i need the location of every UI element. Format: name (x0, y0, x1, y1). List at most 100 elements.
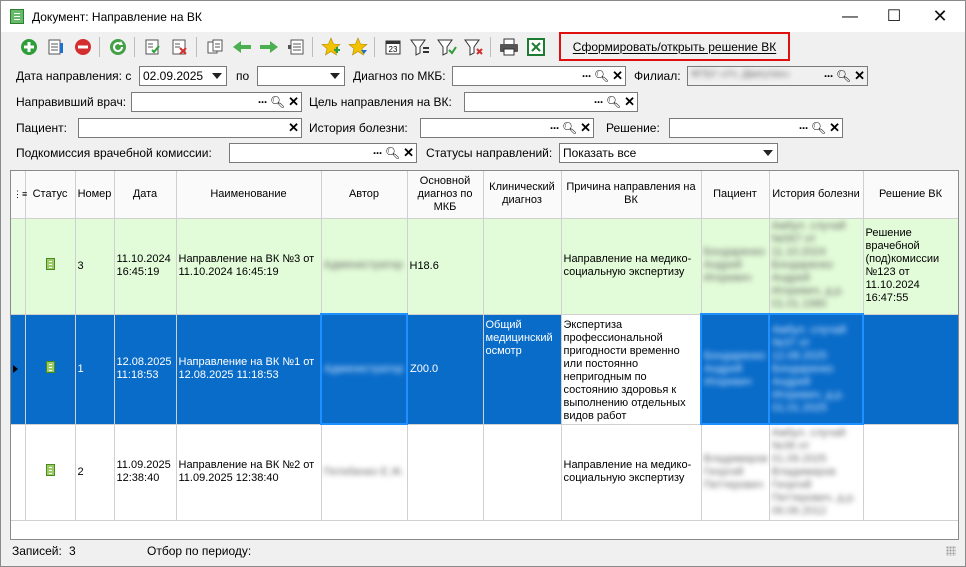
clinical-cell: Общий медицинский осмотр (483, 314, 562, 425)
table-row[interactable]: 3 11.10.2024 16:45:19 Направление на ВК … (11, 218, 958, 315)
chevron-down-icon[interactable] (763, 150, 773, 156)
search-icon[interactable]: 🔍︎ (606, 96, 621, 108)
search-icon[interactable]: 🔍︎ (811, 122, 826, 134)
clear-icon[interactable]: ✕ (288, 121, 299, 134)
statuses-select[interactable]: Показать все (559, 143, 778, 163)
document-list-icon[interactable] (285, 36, 307, 58)
search-icon[interactable]: 🔍︎ (385, 147, 400, 159)
favorite-star-icon[interactable] (347, 36, 369, 58)
date-to-field[interactable] (257, 66, 345, 86)
clear-icon[interactable]: ✕ (854, 69, 865, 82)
form-decision-button[interactable]: Сформировать/открыть решение ВК (559, 32, 790, 61)
delete-icon[interactable] (72, 36, 94, 58)
purpose-label: Цель направления на ВК: (309, 95, 452, 109)
header-reason[interactable]: Причина направления на ВК (561, 171, 702, 219)
clear-icon[interactable]: ✕ (288, 95, 299, 108)
header-number[interactable]: Номер (75, 171, 115, 219)
print-icon[interactable] (498, 36, 520, 58)
calendar-icon[interactable]: 23 (382, 36, 404, 58)
search-icon[interactable]: 🔍︎ (836, 70, 851, 82)
maximize-button[interactable]: ☐ (871, 1, 917, 32)
clear-icon[interactable]: ✕ (829, 121, 840, 134)
resize-grip-icon[interactable] (946, 546, 956, 556)
document-status-icon (45, 258, 55, 270)
minimize-button[interactable]: — (827, 1, 873, 32)
table-row[interactable]: 2 11.09.2025 12:38:40 Направление на ВК … (11, 424, 958, 521)
patient-cell: Владимиров Георгий Петтерович (701, 424, 770, 521)
add-favorite-icon[interactable] (320, 36, 342, 58)
patient-value: Бондаренко Андрей Игоревич (703, 246, 765, 285)
refresh-icon[interactable] (107, 36, 129, 58)
branch-field[interactable]: ФГБУ «Уч. Двигутин» ··· 🔍︎ ✕ (687, 66, 868, 86)
patient-field[interactable]: ✕ (78, 118, 302, 138)
search-icon[interactable]: 🔍︎ (594, 70, 609, 82)
row-indicator[interactable] (11, 218, 26, 315)
date-cell: 11.09.2025 12:38:40 (114, 424, 177, 521)
more-icon[interactable]: ··· (258, 96, 268, 108)
check-document-icon[interactable] (142, 36, 164, 58)
more-icon[interactable]: ··· (582, 70, 592, 82)
arrow-left-icon[interactable] (231, 36, 253, 58)
search-icon[interactable]: 🔍︎ (270, 96, 285, 108)
header-decision[interactable]: Решение ВК (863, 171, 958, 219)
branch-value: ФГБУ «Уч. Двигутин» (691, 69, 790, 80)
statuses-value: Показать все (563, 146, 637, 160)
header-status[interactable]: Статус (25, 171, 76, 219)
filter-edit-icon[interactable] (436, 36, 458, 58)
date-from-field[interactable]: 02.09.2025 (139, 66, 227, 86)
decision-label: Решение: (606, 121, 660, 135)
author-cell: Потебенко Е.Ж. (321, 424, 408, 521)
subcommission-label: Подкомиссия врачебной комиссии: (16, 146, 212, 160)
decision-cell (863, 424, 958, 521)
chevron-down-icon[interactable] (330, 73, 340, 79)
close-button[interactable]: ✕ (917, 1, 963, 32)
more-icon[interactable]: ··· (824, 70, 834, 82)
more-icon[interactable]: ··· (373, 147, 383, 159)
edit-document-icon[interactable] (45, 36, 67, 58)
header-history[interactable]: История болезни (769, 171, 864, 219)
filter-clear-icon[interactable] (463, 36, 485, 58)
header-date[interactable]: Дата (114, 171, 177, 219)
chevron-down-icon[interactable] (212, 73, 222, 79)
excel-export-icon[interactable] (525, 36, 547, 58)
toolbar-separator (374, 37, 375, 57)
history-field[interactable]: ··· 🔍︎ ✕ (420, 118, 594, 138)
mkb-field[interactable]: ··· 🔍︎ ✕ (452, 66, 626, 86)
author-cell: Администратор (321, 218, 408, 315)
history-cell: Амбул. случай №36 от 01.09.2025 Владимир… (769, 424, 864, 521)
more-icon[interactable]: ··· (799, 122, 809, 134)
row-indicator[interactable] (11, 424, 26, 521)
patient-cell: Бондаренко Андрей Игоревич (701, 218, 770, 315)
patient-value: Бондаренко Андрей Игоревич (704, 349, 766, 388)
document-window: Документ: Направление на ВК — ☐ ✕ 23 Сфо… (0, 0, 966, 567)
header-patient[interactable]: Пациент (701, 171, 770, 219)
header-author[interactable]: Автор (321, 171, 408, 219)
more-icon[interactable]: ··· (594, 96, 604, 108)
header-clinical[interactable]: Клинический диагноз (483, 171, 562, 219)
doctor-field[interactable]: ··· 🔍︎ ✕ (131, 92, 302, 112)
header-name[interactable]: Наименование (176, 171, 322, 219)
clear-icon[interactable]: ✕ (612, 69, 623, 82)
copy-document-icon[interactable] (204, 36, 226, 58)
history-cell: Амбул. случай №567 от 11.10.2024 Бондаре… (769, 218, 864, 315)
cancel-document-icon[interactable] (169, 36, 191, 58)
doctor-label: Направивший врач: (16, 95, 127, 109)
clear-icon[interactable]: ✕ (580, 121, 591, 134)
subcommission-field[interactable]: ··· 🔍︎ ✕ (229, 143, 417, 163)
clear-icon[interactable]: ✕ (403, 146, 414, 159)
patient-value: Владимиров Георгий Петтерович (703, 452, 768, 491)
header-mkb[interactable]: Основной диагноз по МКБ (407, 171, 484, 219)
more-icon[interactable]: ··· (550, 122, 560, 134)
number-cell: 2 (75, 424, 115, 521)
search-icon[interactable]: 🔍︎ (562, 122, 577, 134)
arrow-right-icon[interactable] (258, 36, 280, 58)
table-row-selected[interactable]: 1 12.08.2025 11:18:53 Направление на ВК … (11, 313, 958, 425)
clinical-cell (483, 218, 562, 315)
clear-icon[interactable]: ✕ (624, 95, 635, 108)
filter-icon[interactable] (409, 36, 431, 58)
column-chooser-icon[interactable]: ⋮≡ (11, 171, 27, 219)
add-icon[interactable] (18, 36, 40, 58)
decision-field[interactable]: ··· 🔍︎ ✕ (669, 118, 843, 138)
window-title: Документ: Направление на ВК (32, 10, 202, 24)
purpose-field[interactable]: ··· 🔍︎ ✕ (464, 92, 638, 112)
